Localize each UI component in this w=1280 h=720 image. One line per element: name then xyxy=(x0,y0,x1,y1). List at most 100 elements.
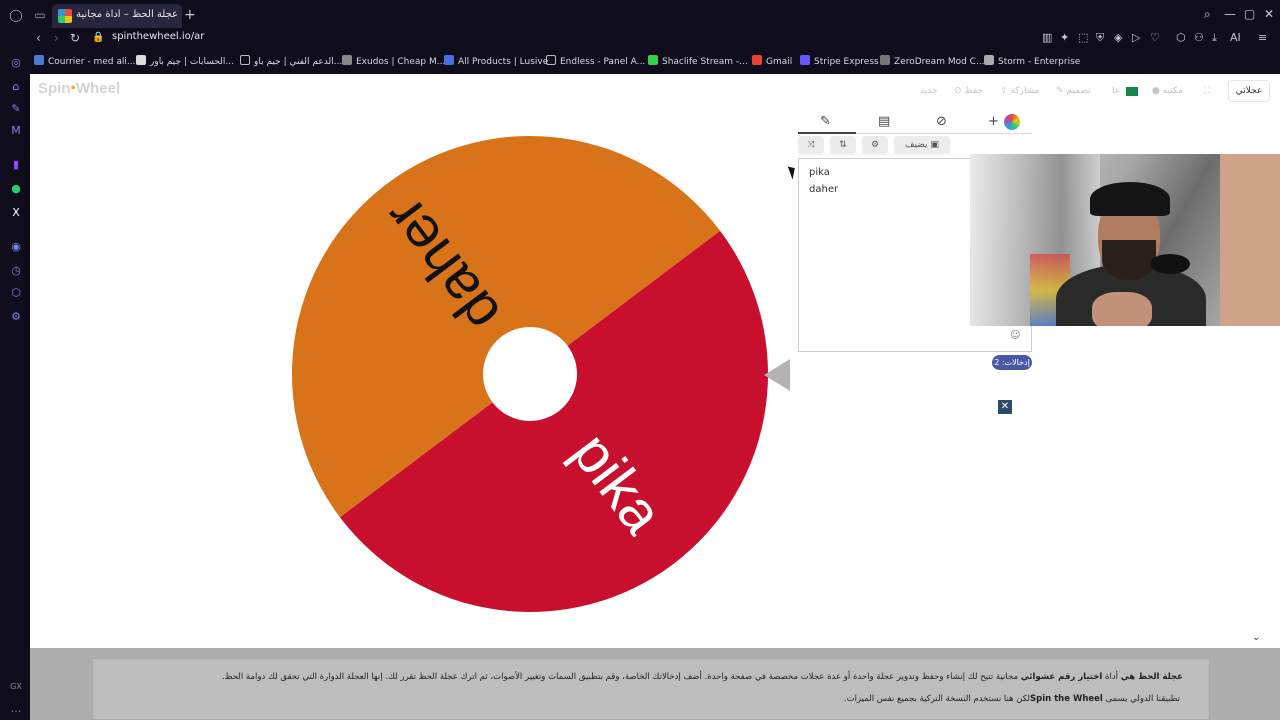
page-icon xyxy=(240,55,250,65)
description-line-2: تطبيقنا الدولي يسمى Spin the Wheelلكن هن… xyxy=(843,694,1180,704)
webcam-overlay xyxy=(970,154,1280,326)
shuffle-button[interactable]: ⤨ xyxy=(798,136,824,154)
bookmark-item[interactable]: Stripe Express xyxy=(800,55,879,67)
edit-icon[interactable]: ✎ xyxy=(9,102,23,116)
bookmark-item[interactable]: الحسابات | جيم باور... xyxy=(136,55,234,67)
site-icon xyxy=(342,55,352,65)
site-icon xyxy=(880,55,890,65)
close-icon[interactable]: ✕ xyxy=(998,400,1012,414)
customize-button[interactable]: ✎ تصميم xyxy=(1056,86,1091,96)
gmail-icon xyxy=(752,55,762,65)
pencil-icon: ✎ xyxy=(1056,86,1064,96)
bookmark-item[interactable]: Endless - Panel A... xyxy=(546,55,645,67)
extensions-icon[interactable]: ⬡ xyxy=(9,286,23,300)
site-icon xyxy=(136,55,146,65)
opera-logo-icon[interactable]: ◯ xyxy=(8,7,24,23)
tab-hide-eye-icon[interactable]: ⊘ xyxy=(936,114,947,130)
streamer-beard xyxy=(1102,240,1156,280)
bookmarks-bar: Courrier - med ali... الحسابات | جيم باو… xyxy=(32,52,1280,72)
browser-tab-active[interactable]: عجلة الحظ – أداة مجانية لتدوير xyxy=(52,4,182,28)
menu-icon[interactable]: ≡ xyxy=(1258,31,1267,45)
bookmark-item[interactable]: Exudos | Cheap M... xyxy=(342,55,445,67)
maximize-icon[interactable]: ▢ xyxy=(1244,7,1255,21)
ai-label[interactable]: AI xyxy=(1230,31,1241,45)
shield-icon[interactable]: ⛨ xyxy=(1096,31,1104,45)
globe-icon: ● xyxy=(1152,86,1160,96)
search-icon[interactable]: ⌕ xyxy=(1204,7,1211,22)
entry-line[interactable]: daher xyxy=(809,184,838,195)
snapshot-icon[interactable]: ⬚ xyxy=(1078,31,1088,45)
bookmark-item[interactable]: All Products | Lusive xyxy=(444,55,548,67)
pin-icon[interactable]: ✦ xyxy=(1060,31,1069,45)
site-logo[interactable]: Spin●Wheel xyxy=(38,80,120,97)
profile-icon[interactable]: ⚇ xyxy=(1194,31,1204,45)
browser-sidebar: ◎ ⌂ ✎ M ▮ ● X ◉ ◷ ⬡ ⚙ GX … xyxy=(0,30,32,720)
save-icon: ⊙ xyxy=(954,86,962,96)
site-icon xyxy=(444,55,454,65)
forward-icon[interactable]: › xyxy=(54,31,59,45)
whatsapp-icon[interactable]: ● xyxy=(9,182,23,196)
fullscreen-icon[interactable]: ⛶ xyxy=(1204,86,1210,96)
bookmark-item[interactable]: Gmail xyxy=(752,55,792,67)
shopping-icon[interactable]: ⌂ xyxy=(9,80,23,94)
spin-wheel[interactable]: pikadaher xyxy=(292,124,772,624)
chevron-down-icon[interactable]: ⌄ xyxy=(1252,632,1260,643)
advanced-button[interactable]: ⚙ xyxy=(862,136,888,154)
save-button[interactable]: ⊙ حفظ xyxy=(954,86,983,96)
bookmark-item[interactable]: الدعم الفني | جيم باو... xyxy=(240,55,342,67)
emoji-picker-icon[interactable]: ☺ xyxy=(1010,330,1020,341)
entry-line[interactable]: pika xyxy=(809,167,830,178)
new-button[interactable]: جديد xyxy=(920,86,938,96)
bookmark-item[interactable]: Shaclife Stream -... xyxy=(648,55,748,67)
share-button[interactable]: ⇪ مشاركة xyxy=(1000,86,1039,96)
add-wheel-plus-icon[interactable]: + xyxy=(988,114,999,130)
tab-results-clipboard-icon[interactable]: ▤ xyxy=(878,114,890,130)
bookmark-item[interactable]: Courrier - med ali... xyxy=(34,55,135,67)
library-button[interactable]: ● مكتبة xyxy=(1152,86,1183,96)
vpn-icon[interactable]: ◈ xyxy=(1114,31,1122,45)
more-icon[interactable]: … xyxy=(9,702,23,716)
share-icon: ⇪ xyxy=(1000,86,1008,96)
extensions-icon[interactable]: ⬡ xyxy=(1176,31,1186,45)
tab-entries-pencil-icon[interactable]: ✎ xyxy=(820,114,831,130)
lock-icon: 🔒 xyxy=(92,32,105,43)
spotify-icon[interactable]: ◉ xyxy=(9,240,23,254)
aria-icon[interactable]: ◎ xyxy=(9,56,23,70)
reload-icon[interactable]: ↻ xyxy=(70,31,80,45)
editor-tabs: ✎ ▤ ⊘ + xyxy=(798,110,1032,134)
tab-title: عجلة الحظ – أداة مجانية لتدوير xyxy=(76,9,178,20)
webcam-background xyxy=(1220,154,1280,326)
wheel-hub[interactable] xyxy=(483,327,577,421)
active-tab-indicator xyxy=(798,132,856,134)
stripe-icon xyxy=(800,55,810,65)
messenger-icon[interactable]: M xyxy=(9,124,23,138)
my-wheels-button[interactable]: عجلاتي xyxy=(1228,80,1270,102)
play-icon[interactable]: ▷ xyxy=(1132,31,1140,45)
url-field[interactable]: spinthewheel.io/ar xyxy=(112,31,204,42)
tab-overview-icon[interactable]: ▭ xyxy=(32,7,48,23)
download-icon[interactable]: ⤓ xyxy=(1212,31,1217,45)
settings-icon[interactable]: ⚙ xyxy=(9,310,23,324)
close-window-icon[interactable]: ✕ xyxy=(1264,7,1274,21)
language-selector[interactable]: عا xyxy=(1112,86,1120,96)
mouse-cursor xyxy=(787,164,799,180)
heart-icon[interactable]: ♡ xyxy=(1150,31,1160,45)
bookmark-item[interactable]: Storm - Enterprise xyxy=(984,55,1080,67)
bolt-icon xyxy=(984,55,994,65)
description-card xyxy=(92,658,1210,720)
twitch-icon[interactable]: ▮ xyxy=(9,158,23,172)
split-view-icon[interactable]: ▥ xyxy=(1042,31,1052,45)
minimize-icon[interactable]: — xyxy=(1224,7,1236,21)
x-icon[interactable]: X xyxy=(9,206,23,220)
page-icon xyxy=(546,55,556,65)
new-tab-button[interactable]: + xyxy=(184,7,196,23)
wheel-pointer-icon xyxy=(764,359,790,391)
sort-button[interactable]: ⇅ xyxy=(830,136,856,154)
mail-icon xyxy=(34,55,44,65)
color-wheel-icon[interactable] xyxy=(1004,114,1020,130)
history-icon[interactable]: ◷ xyxy=(9,264,23,278)
bookmark-item[interactable]: ZeroDream Mod C... xyxy=(880,55,985,67)
shuffle-icon: ⤨ xyxy=(807,140,815,150)
add-image-button[interactable]: يضيف ▣ xyxy=(894,136,950,154)
back-icon[interactable]: ‹ xyxy=(36,31,41,45)
